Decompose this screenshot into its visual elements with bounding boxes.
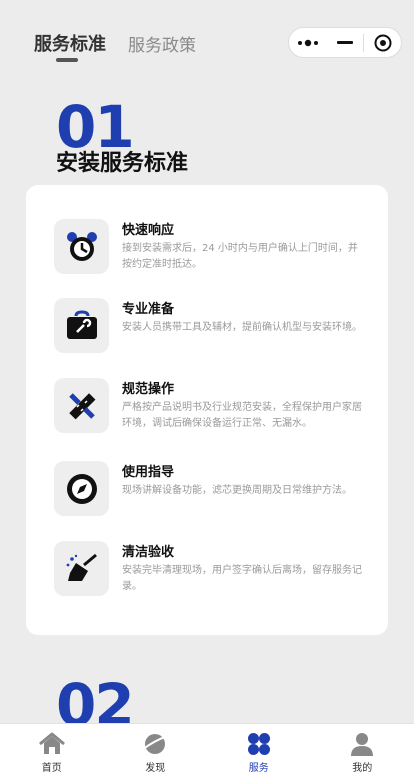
item-description: 现场讲解设备功能，滤芯更换周期及日常维护方法。 <box>122 485 352 496</box>
list-item: 专业准备 安装人员携带工具及辅材，提前确认机型与安装环境。 <box>54 298 366 358</box>
user-icon <box>351 733 374 756</box>
service-standard-card: 快速响应 接到安装需求后，24 小时内与用户确认上门时间，并按约定准时抵达。 专… <box>26 185 388 635</box>
item-title: 快速响应 <box>122 223 175 238</box>
top-tabs: 服务标准 服务政策 <box>34 30 196 62</box>
item-title: 使用指导 <box>122 465 175 480</box>
list-item: 清洁验收 安装完毕清理现场，用户签字确认后离场，留存服务记录。 <box>54 541 366 601</box>
nav-service[interactable]: 服务 <box>207 724 311 780</box>
alarm-clock-icon <box>66 231 97 261</box>
minimize-button[interactable] <box>326 28 363 57</box>
nav-label: 发现 <box>145 763 166 774</box>
mini-program-capsule <box>288 27 402 58</box>
minimize-icon <box>336 40 353 44</box>
list-item: 快速响应 接到安装需求后，24 小时内与用户确认上门时间，并按约定准时抵达。 <box>54 219 366 279</box>
planet-icon <box>141 734 169 754</box>
bottom-navigation: 首页 发现 服务 我的 <box>0 723 414 780</box>
active-tab-indicator <box>56 58 78 62</box>
item-description: 接到安装需求后，24 小时内与用户确认上门时间，并按约定准时抵达。 <box>122 243 358 270</box>
item-icon-box <box>54 298 109 353</box>
nav-home[interactable]: 首页 <box>0 724 104 780</box>
item-title: 清洁验收 <box>122 545 175 560</box>
nav-label: 我的 <box>352 763 373 774</box>
section-title: 安装服务标准 <box>56 151 189 176</box>
toolbox-icon <box>66 309 97 339</box>
item-icon-box <box>54 378 109 433</box>
clover-grid-icon <box>247 733 270 755</box>
item-title: 专业准备 <box>122 302 175 317</box>
tab-service-standard[interactable]: 服务标准 <box>34 30 106 56</box>
broom-icon <box>66 553 97 581</box>
target-close-icon <box>374 34 391 51</box>
item-icon-box <box>54 461 109 516</box>
list-item: 规范操作 严格按产品说明书及行业规范安装，全程保护用户家居环境，调试后确保设备运… <box>54 378 366 438</box>
item-description: 严格按产品说明书及行业规范安装，全程保护用户家居环境，调试后确保设备运行正常、无… <box>122 402 362 429</box>
item-icon-box <box>54 541 109 596</box>
nav-discover[interactable]: 发现 <box>104 724 208 780</box>
item-icon-box <box>54 219 109 274</box>
ruler-pencil-icon <box>68 392 95 419</box>
compass-icon <box>66 473 97 504</box>
more-button[interactable] <box>289 28 326 57</box>
nav-mine[interactable]: 我的 <box>311 724 414 780</box>
home-icon <box>38 732 65 754</box>
nav-label: 首页 <box>41 763 62 774</box>
close-button[interactable] <box>364 28 401 57</box>
list-item: 使用指导 现场讲解设备功能，滤芯更换周期及日常维护方法。 <box>54 461 366 521</box>
item-description: 安装完毕清理现场，用户签字确认后离场，留存服务记录。 <box>122 565 362 592</box>
more-dots-icon <box>297 39 318 46</box>
nav-label: 服务 <box>248 763 269 774</box>
item-description: 安装人员携带工具及辅材，提前确认机型与安装环境。 <box>122 322 362 333</box>
item-title: 规范操作 <box>122 382 175 397</box>
tab-service-policy[interactable]: 服务政策 <box>128 31 196 56</box>
